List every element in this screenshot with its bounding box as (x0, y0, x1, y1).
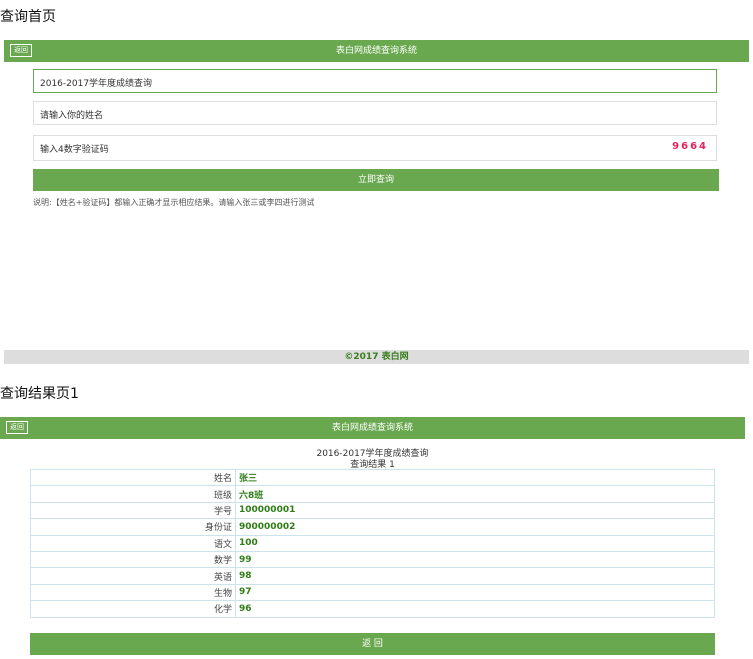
name-input-placeholder: 请输入你的姓名 (40, 111, 104, 121)
submit-button[interactable]: 立即查询 (33, 169, 719, 191)
captcha-input[interactable]: 输入4数字验证码 9664 (33, 135, 717, 161)
return-button[interactable]: 返 回 (30, 633, 715, 655)
row-value: 99 (235, 550, 715, 569)
table-row: 班级 六8班 (30, 485, 715, 503)
table-row: 化学 96 (30, 600, 715, 618)
instruction-note: 说明:【姓名+验证码】都输入正确才显示相应结果。请输入张三或李四进行测试 (33, 198, 315, 207)
name-input[interactable]: 请输入你的姓名 (33, 101, 717, 125)
row-label: 数学 (30, 550, 236, 569)
row-label: 身份证 (30, 518, 236, 536)
term-field[interactable]: 2016-2017学年度成绩查询 (33, 69, 717, 93)
row-label: 学号 (30, 501, 236, 520)
term-field-value: 2016-2017学年度成绩查询 (40, 79, 153, 89)
row-value: 张三 (235, 468, 715, 487)
system-title: 表白网成绩查询系统 (335, 46, 417, 56)
row-label: 英语 (30, 567, 236, 585)
footer-copyright: ©2017 表白网 (4, 350, 749, 364)
section-title-home: 查询首页 (0, 9, 56, 25)
top-bar: 返回 表白网成绩查询系统 (4, 40, 749, 62)
table-row: 语文 100 (30, 534, 715, 552)
row-value: 100 (235, 534, 715, 552)
section-title-result: 查询结果页1 (0, 386, 79, 402)
row-value: 97 (235, 583, 715, 602)
result-top-bar: 返回 表白网成绩查询系统 (0, 417, 745, 439)
row-label: 姓名 (30, 468, 236, 487)
row-label: 化学 (30, 600, 236, 618)
row-value: 98 (235, 567, 715, 585)
row-label: 语文 (30, 534, 236, 552)
result-system-title: 表白网成绩查询系统 (331, 423, 413, 433)
table-row: 姓名 张三 (30, 468, 715, 487)
result-table: 姓名 张三 班级 六8班 学号 100000001 身份证 900000002 语文 100 数学 9… (30, 468, 715, 618)
row-value: 100000001 (235, 501, 715, 520)
table-row: 生物 97 (30, 583, 715, 602)
captcha-input-placeholder: 输入4数字验证码 (40, 145, 109, 155)
row-label: 生物 (30, 583, 236, 602)
table-row: 数学 99 (30, 550, 715, 569)
row-value: 900000002 (235, 518, 715, 536)
captcha-code[interactable]: 9664 (672, 141, 708, 152)
table-row: 身份证 900000002 (30, 518, 715, 536)
row-label: 班级 (30, 485, 236, 503)
row-value: 六8班 (235, 485, 715, 503)
table-row: 英语 98 (30, 567, 715, 585)
table-row: 学号 100000001 (30, 501, 715, 520)
row-value: 96 (235, 600, 715, 618)
